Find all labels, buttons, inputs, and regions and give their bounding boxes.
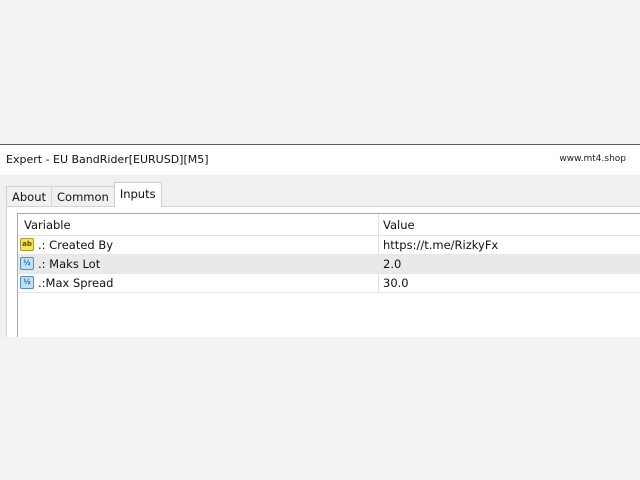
variable-value[interactable]: 30.0: [383, 276, 409, 290]
input-row-created-by[interactable]: ab .: Created By https://t.me/RizkyFx: [18, 236, 640, 255]
grid-header: Variable Value: [18, 214, 640, 236]
expert-properties-dialog: Expert - EU BandRider[EURUSD][M5] www.mt…: [0, 144, 640, 337]
input-row-maks-lot[interactable]: ½ .: Maks Lot 2.0: [18, 255, 640, 274]
double-type-icon: ½: [20, 276, 34, 289]
watermark-text: www.mt4.shop: [559, 154, 626, 164]
inputs-grid: Variable Value ab .: Created By https://…: [17, 213, 640, 337]
title-bar[interactable]: Expert - EU BandRider[EURUSD][M5] www.mt…: [0, 145, 640, 175]
dialog-body: About Common Inputs Variable Value ab .:…: [0, 175, 640, 337]
page: Expert - EU BandRider[EURUSD][M5] www.mt…: [0, 0, 640, 480]
inputs-panel: Variable Value ab .: Created By https://…: [6, 206, 640, 337]
double-type-icon: ½: [20, 257, 34, 270]
variable-name: .: Maks Lot: [38, 257, 101, 271]
tab-strip: About Common Inputs: [6, 182, 162, 207]
tab-about[interactable]: About: [6, 186, 53, 207]
string-type-icon: ab: [20, 238, 34, 251]
variable-value[interactable]: 2.0: [383, 257, 401, 271]
variable-value[interactable]: https://t.me/RizkyFx: [383, 238, 498, 252]
column-header-value[interactable]: Value: [383, 218, 415, 232]
variable-name: .:Max Spread: [38, 276, 114, 290]
tab-common[interactable]: Common: [51, 186, 115, 207]
column-header-variable[interactable]: Variable: [24, 218, 71, 232]
input-row-max-spread[interactable]: ½ .:Max Spread 30.0: [18, 274, 640, 293]
tab-inputs[interactable]: Inputs: [113, 182, 162, 207]
variable-name: .: Created By: [38, 238, 114, 252]
window-title: Expert - EU BandRider[EURUSD][M5]: [6, 153, 209, 166]
